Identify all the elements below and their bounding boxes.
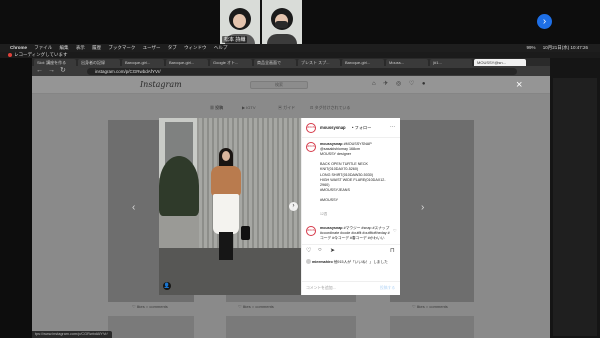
post-caption: moussysnap #MOUSSYSNAP @sasakishiomay 16… bbox=[320, 142, 398, 203]
close-icon[interactable]: × bbox=[516, 80, 522, 91]
search-input[interactable]: 検索 bbox=[250, 81, 308, 89]
zoom-next-page-button[interactable]: › bbox=[537, 14, 552, 29]
caption-line: #MOUSSY bbox=[320, 198, 339, 203]
browser-tab[interactable]: Baroque-girl... bbox=[166, 59, 208, 66]
more-options-icon[interactable]: ··· bbox=[390, 124, 395, 130]
recording-text: レコーディングしています bbox=[14, 52, 68, 57]
participant-name: 松本 詩織 bbox=[222, 36, 248, 43]
comment-input[interactable]: コメントを追加... bbox=[306, 286, 336, 291]
post-actions: ♡ ○ ➤ ⊓ bbox=[302, 244, 400, 256]
address-bar: ← → ↻ instagram.com/p/CGRwbdAfYVr/ bbox=[32, 66, 550, 76]
save-icon[interactable]: ⊓ bbox=[390, 247, 395, 254]
record-icon bbox=[8, 52, 12, 57]
menu-item[interactable]: タブ bbox=[168, 45, 177, 50]
grid-post[interactable] bbox=[390, 120, 474, 302]
instagram-logo[interactable]: Instagram bbox=[140, 80, 182, 89]
zoom-participant-strip: 松本 詩織 bbox=[220, 0, 302, 44]
tab-posts[interactable]: ▦ 投稿 bbox=[210, 105, 223, 111]
avatar[interactable]: MOUSSY bbox=[306, 142, 316, 152]
browser-tab[interactable]: Mouss... bbox=[386, 59, 428, 66]
follow-button[interactable]: • フォロー bbox=[352, 125, 371, 131]
grid-post-stats: ♡ likes ○ comments bbox=[132, 304, 168, 309]
comment-username[interactable]: moussysnap bbox=[320, 226, 343, 230]
browser-tab[interactable]: ブレスト スプ... bbox=[298, 59, 340, 66]
menu-item[interactable]: ユーザー bbox=[143, 45, 161, 50]
tab-guides[interactable]: ▣ ガイド bbox=[278, 105, 295, 111]
post-sidebar: MOUSSY moussysnap • フォロー ··· MOUSSY mous… bbox=[301, 118, 400, 295]
browser-tab[interactable]: Baroque-girl... bbox=[342, 59, 384, 66]
mac-menu-bar: Chrome ファイル 編集 表示 履歴 ブックマーク ユーザー タブ ウィンド… bbox=[0, 44, 600, 52]
browser-tab-active[interactable]: MOUSSY@sn... bbox=[474, 59, 526, 66]
share-icon[interactable]: ➤ bbox=[330, 247, 335, 254]
browser-tab[interactable]: Google オト... bbox=[210, 59, 252, 66]
comment-icon[interactable]: ○ bbox=[318, 247, 322, 253]
battery-level: 99% bbox=[526, 45, 536, 50]
grid-post[interactable] bbox=[108, 316, 194, 338]
menu-item[interactable]: ウィンドウ bbox=[184, 45, 207, 50]
chevron-right-icon[interactable]: › bbox=[421, 202, 424, 213]
comment-heart-icon[interactable]: ♡ bbox=[393, 228, 397, 233]
caption-line: #MOUSSYSNAP bbox=[343, 142, 372, 146]
liker-name[interactable]: mieemahiro bbox=[312, 260, 333, 264]
menu-item[interactable]: 編集 bbox=[60, 45, 69, 50]
comment-box: コメントを追加... 投稿する bbox=[302, 281, 400, 295]
instagram-header: Instagram 検索 ⌂ ✈ ◎ ♡ ● bbox=[32, 76, 550, 94]
liker-avatar bbox=[306, 259, 311, 264]
caption-username[interactable]: moussysnap bbox=[320, 142, 343, 146]
user-tag-icon[interactable]: 👤 bbox=[163, 282, 171, 290]
participant-tile[interactable] bbox=[262, 0, 302, 44]
grid-post-stats: ♡ likes ○ comments bbox=[238, 304, 274, 309]
browser-tab[interactable]: |#1... bbox=[430, 59, 472, 66]
menu-item[interactable]: 表示 bbox=[76, 45, 85, 50]
menu-app-name[interactable]: Chrome bbox=[10, 45, 27, 50]
background-window-pane bbox=[553, 78, 597, 336]
tab-tagged[interactable]: ⊡ タグ付けされている bbox=[310, 105, 350, 111]
post-comment: moussysnap #マウジー #snap #スナップ #coordinate… bbox=[320, 226, 392, 241]
post-username[interactable]: moussysnap bbox=[320, 125, 346, 130]
url-field[interactable]: instagram.com/p/CGRwbdAfYVr/ bbox=[87, 67, 517, 75]
menubar-status: 99% 10月21日(水) 10:47:26 bbox=[526, 44, 594, 52]
post-header: MOUSSY moussysnap • フォロー ··· bbox=[302, 118, 400, 138]
browser-tab[interactable]: 出身者の記録 bbox=[78, 59, 120, 66]
reload-icon[interactable]: ↻ bbox=[60, 67, 66, 75]
grid-post-stats: ♡ likes ○ comments bbox=[412, 304, 448, 309]
back-icon[interactable]: ← bbox=[36, 67, 43, 75]
browser-tab[interactable]: 商品全画面で bbox=[254, 59, 296, 66]
forward-icon[interactable]: → bbox=[48, 67, 55, 75]
post-modal: › 👤 MOUSSY moussysnap • フォロー ··· MOUSSY … bbox=[159, 118, 400, 295]
profile-tabs: ▦ 投稿 ▶ IGTV ▣ ガイド ⊡ タグ付けされている bbox=[32, 102, 550, 112]
liked-by: mieemahiro 他915人が「いいね！」しました bbox=[306, 259, 398, 265]
participant-tile[interactable]: 松本 詩織 bbox=[220, 0, 260, 44]
screen: 松本 詩織 › Chrome ファイル 編集 表示 履歴 ブックマーク ユーザー… bbox=[0, 0, 600, 338]
post-photo[interactable]: › 👤 bbox=[159, 118, 301, 295]
link-status-bar: tps://www.instagram.com/p/CGRwbdAfYVr/ bbox=[32, 331, 112, 338]
clock: 10月21日(水) 10:47:26 bbox=[542, 45, 588, 50]
menu-item[interactable]: ファイル bbox=[34, 45, 52, 50]
photo-next-icon[interactable]: › bbox=[289, 202, 298, 211]
browser-tab-bar: Slot: 講座を作る 出身者の記録 Baroque-girl... Baroq… bbox=[32, 58, 550, 66]
likes-text[interactable]: 他915人が「いいね！」しました bbox=[334, 260, 388, 264]
menu-item[interactable]: 履歴 bbox=[92, 45, 101, 50]
tab-igtv[interactable]: ▶ IGTV bbox=[242, 105, 256, 110]
caption-timestamp: 12週 bbox=[320, 212, 328, 216]
nav-icons[interactable]: ⌂ ✈ ◎ ♡ ● bbox=[372, 80, 429, 87]
browser-tab[interactable]: Slot: 講座を作る bbox=[34, 59, 76, 66]
like-icon[interactable]: ♡ bbox=[306, 247, 311, 254]
menu-item[interactable]: ヘルプ bbox=[214, 45, 228, 50]
grid-post[interactable] bbox=[226, 316, 356, 338]
avatar[interactable]: MOUSSY bbox=[306, 123, 316, 133]
menu-item[interactable]: ブックマーク bbox=[108, 45, 135, 50]
chevron-left-icon[interactable]: ‹ bbox=[132, 202, 135, 213]
grid-post[interactable] bbox=[390, 316, 474, 338]
browser-tab[interactable]: Baroque-girl... bbox=[122, 59, 164, 66]
avatar[interactable]: MOUSSY bbox=[306, 226, 316, 236]
post-comment-button[interactable]: 投稿する bbox=[380, 286, 395, 291]
